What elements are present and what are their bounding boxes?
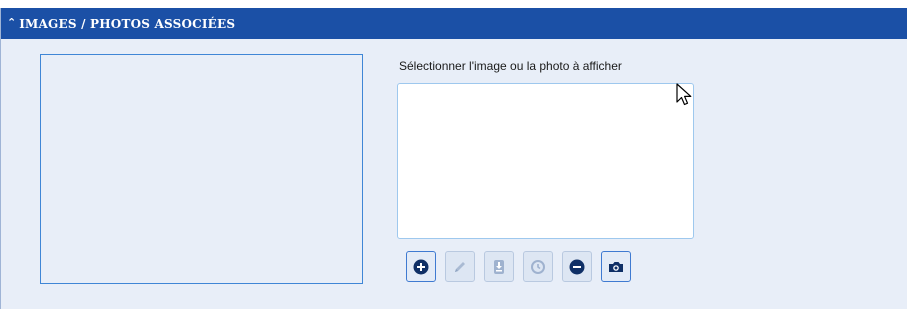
download-icon — [494, 259, 504, 274]
image-toolbar — [406, 251, 631, 282]
double-chevron-up-icon[interactable]: ⌃ — [7, 17, 16, 28]
pencil-icon — [455, 261, 465, 272]
history-button[interactable] — [523, 251, 553, 282]
camera-icon — [609, 261, 623, 272]
camera-button[interactable] — [601, 251, 631, 282]
image-list[interactable] — [397, 83, 694, 239]
plus-circle-icon — [413, 259, 429, 274]
image-select-label: Sélectionner l'image ou la photo à affic… — [399, 59, 622, 73]
mouse-cursor-icon — [676, 83, 692, 106]
image-preview-area — [40, 54, 363, 284]
edit-button[interactable] — [445, 251, 475, 282]
add-button[interactable] — [406, 251, 436, 282]
remove-button[interactable] — [562, 251, 592, 282]
panel-header[interactable]: ⌃ IMAGES / PHOTOS ASSOCIÉES — [1, 8, 907, 39]
minus-circle-icon — [569, 259, 585, 274]
clock-icon — [531, 259, 545, 274]
import-button[interactable] — [484, 251, 514, 282]
panel-title: IMAGES / PHOTOS ASSOCIÉES — [19, 16, 236, 31]
